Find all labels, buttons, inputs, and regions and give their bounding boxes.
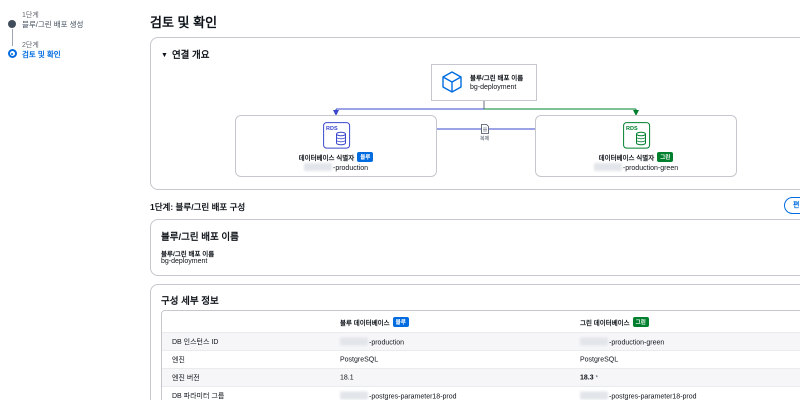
deployment-node-value: bg-deployment bbox=[470, 84, 517, 91]
row-label: 엔진 bbox=[172, 356, 185, 364]
table-row: 엔진 PostgreSQL PostgreSQL bbox=[162, 350, 800, 368]
step-1-name[interactable]: 블루/그린 배포 생성 bbox=[22, 19, 83, 30]
green-value: -postgres-parameter18-prod bbox=[609, 393, 697, 400]
wizard-steps: 1단계 블루/그린 배포 생성 2단계 검토 및 확인 bbox=[7, 10, 128, 70]
config-details-card: 구성 세부 정보 블루 데이터베이스 블루 그린 데이터베이스 그린 DB 인스턴스… bbox=[150, 284, 800, 400]
edit-button[interactable]: 편집 bbox=[784, 197, 800, 214]
table-row: DB 파라미터 그룹 -postgres-parameter18-prod -p… bbox=[162, 386, 800, 400]
blue-column-label: 블루 데이터베이스 bbox=[340, 319, 390, 327]
green-cell: -production-green bbox=[580, 337, 664, 346]
blue-cell: -production bbox=[340, 337, 404, 346]
row-label: DB 인스턴스 ID bbox=[172, 338, 219, 346]
green-badge: 그린 bbox=[657, 152, 674, 162]
green-db-value-row: -production-green bbox=[536, 163, 736, 172]
green-column-label: 그린 데이터베이스 bbox=[580, 319, 630, 327]
green-db-label: 데이터베이스 식별자 bbox=[598, 155, 655, 162]
redacted-block bbox=[593, 163, 622, 171]
replication-label: 복제 bbox=[480, 136, 490, 142]
table-header-row: 블루 데이터베이스 블루 그린 데이터베이스 그린 bbox=[162, 311, 800, 332]
redacted-block bbox=[340, 391, 368, 399]
svg-text:RDS: RDS bbox=[626, 126, 638, 132]
table-row: 엔진 버전 18.1 18.3 * bbox=[162, 368, 800, 386]
deployment-name-card: 블루/그린 배포 이름 블루/그린 배포 이름 bg-deployment bbox=[150, 219, 800, 276]
config-details-title: 구성 세부 정보 bbox=[161, 296, 219, 307]
deployment-name-title: 블루/그린 배포 이름 bbox=[161, 232, 239, 243]
blue-value: -production bbox=[369, 339, 405, 346]
deployment-node-label: 블루/그린 배포 이름 bbox=[470, 75, 524, 82]
blue-db-label-row: 데이터베이스 식별자 블루 bbox=[236, 152, 436, 162]
green-cell: PostgreSQL bbox=[580, 356, 619, 363]
green-cell: -postgres-parameter18-prod bbox=[580, 391, 697, 400]
step-1[interactable]: 1단계 블루/그린 배포 생성 bbox=[8, 10, 128, 46]
blue-database-node: RDS 데이터베이스 식별자 블루 -production bbox=[235, 115, 437, 177]
green-value: 18.3 bbox=[580, 374, 594, 381]
rds-icon: RDS bbox=[323, 122, 351, 149]
cube-icon bbox=[442, 71, 462, 93]
step-2: 2단계 검토 및 확인 bbox=[7, 40, 128, 70]
blue-badge: 블루 bbox=[392, 316, 409, 327]
blue-db-label: 데이터베이스 식별자 bbox=[298, 155, 355, 162]
blue-db-value-row: -production bbox=[236, 163, 436, 172]
blue-cell: 18.1 bbox=[340, 374, 354, 381]
connection-overview-card: ▼ 연결 개요 블루/그린 배포 이름 bg-deployment 복제 RDS… bbox=[150, 37, 800, 190]
deployment-node: 블루/그린 배포 이름 bg-deployment bbox=[431, 64, 537, 101]
svg-text:RDS: RDS bbox=[326, 126, 338, 132]
redacted-block bbox=[580, 391, 608, 399]
green-database-node: RDS 데이터베이스 식별자 그린 -production-green bbox=[535, 115, 737, 177]
row-label: DB 파라미터 그룹 bbox=[172, 392, 225, 400]
row-label: 엔진 버전 bbox=[172, 374, 200, 382]
step-1-heading: 1단계: 블루/그린 배포 구성 bbox=[150, 202, 246, 212]
green-cell: 18.3 * bbox=[580, 374, 598, 381]
green-badge: 그린 bbox=[632, 316, 649, 327]
green-db-label-row: 데이터베이스 식별자 그린 bbox=[536, 152, 736, 162]
step-2-marker bbox=[7, 49, 17, 58]
green-value: -production-green bbox=[609, 339, 665, 346]
blue-cell: -postgres-parameter18-prod bbox=[340, 391, 457, 400]
deployment-name-value: bg-deployment bbox=[161, 258, 208, 265]
step-1-marker bbox=[8, 20, 16, 28]
page-title: 검토 및 확인 bbox=[150, 15, 218, 30]
blue-cell: PostgreSQL bbox=[340, 356, 379, 363]
blue-value: -postgres-parameter18-prod bbox=[369, 393, 457, 400]
redacted-block bbox=[340, 337, 368, 345]
config-table: 블루 데이터베이스 블루 그린 데이터베이스 그린 DB 인스턴스 ID -prod… bbox=[161, 310, 800, 400]
green-column-header: 그린 데이터베이스 그린 bbox=[580, 316, 649, 327]
blue-db-value: -production bbox=[332, 165, 369, 172]
table-row: DB 인스턴스 ID -production -production-green bbox=[162, 332, 800, 350]
blue-column-header: 블루 데이터베이스 블루 bbox=[340, 316, 409, 327]
blue-badge: 블루 bbox=[357, 152, 374, 162]
redacted-block bbox=[303, 163, 332, 171]
deployment-name-label: 블루/그린 배포 이름 bbox=[161, 251, 215, 258]
green-db-value: -production-green bbox=[622, 165, 679, 172]
step-2-name: 검토 및 확인 bbox=[22, 50, 61, 59]
redacted-block bbox=[580, 337, 608, 345]
changed-marker: * bbox=[595, 375, 598, 381]
rds-icon: RDS bbox=[623, 122, 651, 149]
